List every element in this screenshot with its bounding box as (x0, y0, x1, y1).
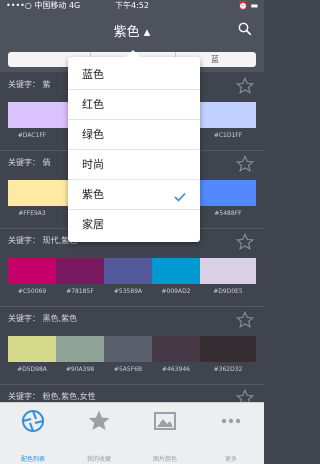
menu-item-label: 绿色 (82, 128, 104, 141)
color-swatch[interactable] (56, 336, 104, 362)
category-title-dropdown[interactable]: 紫色 ▴ (0, 21, 264, 40)
tab-bar: 配色列表 我的收藏 图片颜色 更多 (0, 402, 264, 464)
menu-item-blue[interactable]: 蓝色 (68, 59, 200, 90)
color-hex: #78185F (66, 288, 94, 295)
tab-label: 配色列表 (20, 456, 45, 463)
palette-card[interactable]: 关键字： 黑色,紫色 #D5D98A #90A398 #5A5F6B #4639… (0, 306, 264, 385)
palette-keywords: 关键字： 黑色,紫色 (8, 314, 78, 323)
menu-item-label: 蓝色 (82, 68, 104, 81)
image-icon (153, 409, 177, 437)
status-right: ⏰ ▬ (237, 1, 258, 10)
color-hex: #90A398 (65, 366, 95, 373)
color-swatch[interactable] (8, 180, 56, 206)
color-swatch[interactable] (200, 180, 256, 206)
color-hex: #FFE9A3 (18, 210, 46, 217)
color-swatch[interactable] (200, 258, 256, 284)
color-hex: #DAC1FF (17, 132, 47, 139)
menu-item-label: 紫色 (82, 188, 104, 201)
color-swatch[interactable] (152, 336, 200, 362)
color-hex: #463946 (162, 366, 190, 373)
color-hex: #009AD2 (161, 288, 191, 295)
color-hex: #5488FF (214, 210, 242, 217)
menu-item-purple[interactable]: 紫色 (68, 179, 200, 210)
search-icon[interactable] (238, 21, 252, 40)
navigation-bar: 紫色 ▴ (0, 12, 264, 46)
palette-keywords: 关键字： 倘 (8, 158, 51, 167)
more-icon (219, 409, 243, 437)
tab-my-favorites[interactable]: 我的收藏 (66, 403, 132, 464)
color-swatch[interactable] (200, 102, 256, 128)
color-hex: #D5D98A (17, 366, 47, 373)
tab-label: 图片颜色 (152, 456, 177, 463)
star-icon (87, 409, 111, 437)
color-swatch[interactable] (8, 102, 56, 128)
palette-keywords: 关键字： 紫 (8, 80, 51, 89)
status-time: 下午4:52 (115, 1, 149, 10)
menu-item-green[interactable]: 绿色 (68, 119, 200, 150)
palette-card[interactable]: 关键字： 粉色,紫色,女性 (0, 384, 264, 402)
menu-item-home[interactable]: 家居 (68, 209, 200, 239)
star-icon[interactable] (235, 233, 255, 255)
color-hex: #53589A (113, 288, 143, 295)
star-icon[interactable] (235, 389, 255, 402)
color-hex: #C50069 (17, 288, 47, 295)
color-swatch[interactable] (8, 258, 56, 284)
category-dropdown-menu: 蓝色 红色 绿色 时尚 紫色 家居 (68, 50, 200, 242)
tab-label: 我的收藏 (86, 456, 111, 463)
menu-arrow (126, 50, 140, 57)
color-hex: #5A5F6B (113, 366, 143, 373)
star-icon[interactable] (235, 155, 255, 177)
aperture-icon (21, 409, 45, 437)
tab-image-colors[interactable]: 图片颜色 (132, 403, 198, 464)
color-hex: #C1D1FF (213, 132, 243, 139)
tab-more[interactable]: 更多 (198, 403, 264, 464)
menu-item-label: 时尚 (82, 158, 104, 171)
menu-item-red[interactable]: 红色 (68, 89, 200, 120)
color-hex: #362D32 (213, 366, 243, 373)
menu-item-label: 红色 (82, 98, 104, 111)
checkmark-icon (174, 187, 186, 206)
star-icon[interactable] (235, 311, 255, 333)
star-icon[interactable] (235, 77, 255, 99)
color-swatch[interactable] (104, 258, 152, 284)
color-swatch[interactable] (200, 336, 256, 362)
color-swatch[interactable] (104, 336, 152, 362)
menu-item-fashion[interactable]: 时尚 (68, 149, 200, 180)
tab-label: 更多 (224, 456, 237, 463)
menu-item-label: 家居 (82, 218, 104, 231)
palette-keywords: 关键字： 粉色,紫色,女性 (8, 392, 96, 401)
palette-keywords: 关键字： 现代,紫色 (8, 236, 78, 245)
color-swatch[interactable] (152, 258, 200, 284)
color-swatch[interactable] (56, 258, 104, 284)
tab-palette-list[interactable]: 配色列表 (0, 403, 66, 464)
color-swatch[interactable] (8, 336, 56, 362)
status-bar: ••••○ 中国移动 4G 下午4:52 ⏰ ▬ (0, 0, 264, 12)
color-hex: #D9D0E5 (213, 288, 243, 295)
